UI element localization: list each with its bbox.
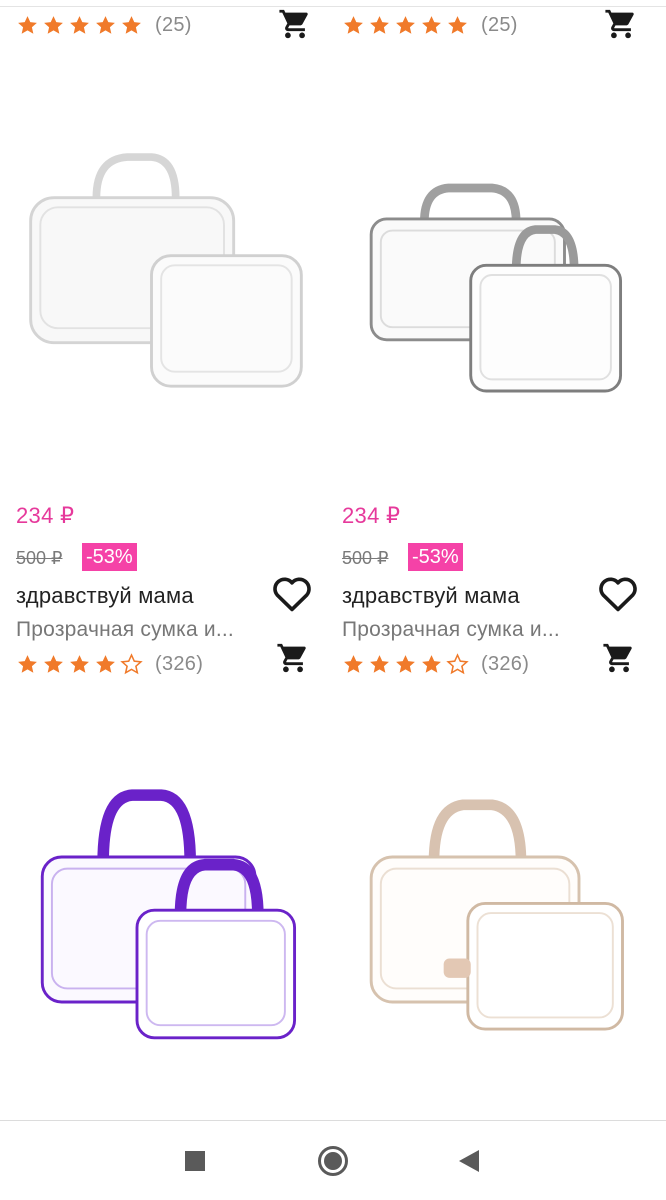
rating-stars [16,653,143,676]
shopping-cart-icon [603,643,632,673]
add-to-cart-button[interactable] [271,638,315,678]
star-filled-icon [370,16,389,34]
heart-icon [599,577,637,612]
rating-stars [342,14,469,37]
star-filled-icon [422,655,441,673]
shopping-cart-icon [605,9,634,39]
price: 234 ₽ [16,503,75,528]
product-card[interactable] [342,770,662,1070]
review-count: (25) [155,14,192,36]
star-filled-icon [370,655,389,673]
product-card[interactable] [16,770,336,1070]
old-price: 500 ₽ [342,548,389,568]
discount-badge: -53% [82,543,137,571]
star-filled-icon [448,16,467,34]
back-button[interactable] [447,1141,491,1181]
back-triangle-icon [459,1150,479,1172]
rating: (326) [342,653,529,676]
favorite-button[interactable] [269,572,315,614]
star-filled-icon [344,655,363,673]
add-to-cart-button[interactable] [597,638,641,678]
product-card[interactable]: 234 ₽ 500 ₽ -53% здравствуй мама Прозрач… [342,130,662,690]
product-image[interactable] [342,130,642,420]
product-title[interactable]: Прозрачная сумка и... [16,618,266,642]
product-title[interactable]: Прозрачная сумка и... [342,618,592,642]
star-filled-icon [422,16,441,34]
shopping-cart-icon [277,643,306,673]
brand-name: здравствуй мама [342,583,520,608]
add-to-cart-button[interactable] [273,4,317,44]
star-filled-icon [44,655,63,673]
star-filled-icon [396,16,415,34]
star-filled-icon [70,16,89,34]
product-image[interactable] [342,770,642,1060]
product-card[interactable]: 234 ₽ 500 ₽ -53% здравствуй мама Прозрач… [16,130,336,690]
star-outline-icon [120,653,143,675]
review-count: (326) [481,653,530,675]
top-rating-row: (25) (25) [0,9,666,46]
brand-name: здравствуй мама [16,583,194,608]
star-filled-icon [96,655,115,673]
square-icon [185,1151,205,1171]
star-filled-icon [122,16,141,34]
star-filled-icon [18,16,37,34]
price: 234 ₽ [342,503,401,528]
favorite-button[interactable] [595,572,641,614]
rating-stars [342,653,469,676]
divider [0,6,666,7]
rating-stars [16,14,143,37]
review-count: (25) [481,14,518,36]
rating: (25) [342,14,518,37]
star-filled-icon [344,16,363,34]
discount-badge: -53% [408,543,463,571]
star-outline-icon [446,653,469,675]
system-nav-bar [0,1121,666,1200]
old-price: 500 ₽ [16,548,63,568]
circle-icon [318,1146,348,1176]
recents-button[interactable] [173,1141,217,1181]
review-count: (326) [155,653,204,675]
add-to-cart-button[interactable] [599,4,643,44]
rating: (25) [16,14,192,37]
star-filled-icon [18,655,37,673]
rating: (326) [16,653,203,676]
product-image[interactable] [16,130,316,420]
star-filled-icon [44,16,63,34]
heart-icon [273,577,311,612]
star-filled-icon [396,655,415,673]
star-filled-icon [96,16,115,34]
product-image[interactable] [16,770,316,1060]
star-filled-icon [70,655,89,673]
shopping-cart-icon [279,9,308,39]
home-button[interactable] [311,1141,355,1181]
